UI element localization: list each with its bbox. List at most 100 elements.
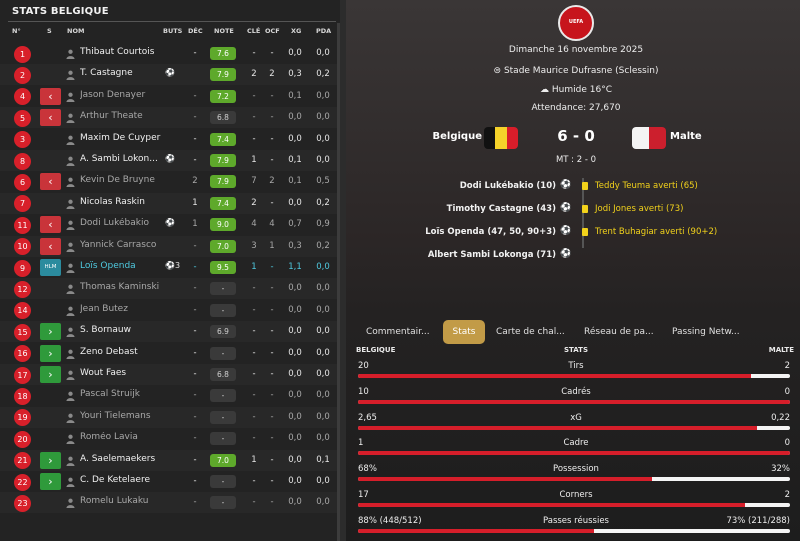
player-name[interactable]: Nicolas Raskin: [80, 197, 162, 207]
player-row[interactable]: 1 Thibaut Courtois - 7.6 - - 0,0 0,0: [0, 43, 340, 64]
player-name[interactable]: Loïs Openda: [80, 261, 162, 271]
player-row[interactable]: 18 Pascal Struijk - - - - 0,0 0,0: [0, 385, 340, 406]
player-row[interactable]: 4 ‹ Jason Denayer - 7.2 - - 0,1 0,0: [0, 86, 340, 107]
pda-value: 0,0: [316, 497, 330, 508]
tab-pass-network[interactable]: Réseau de pa...: [584, 320, 664, 344]
stat-bar-fill: [358, 374, 751, 378]
chances-created-value: -: [270, 476, 274, 486]
player-row[interactable]: 15 › S. Bornauw - 6.9 - - 0,0 0,0: [0, 321, 340, 342]
player-name[interactable]: Pascal Struijk: [80, 389, 162, 399]
col-ocf[interactable]: OCF: [265, 27, 280, 35]
pda-value: 0,2: [316, 69, 330, 80]
sub-in-icon: ›: [40, 473, 61, 490]
stats-header: BELGIQUE STATS MALTE: [356, 346, 796, 358]
xg-value: 0,0: [288, 476, 302, 486]
person-icon: [66, 498, 75, 509]
stat-away-value: 2: [784, 361, 790, 371]
player-name[interactable]: Thibaut Courtois: [80, 47, 162, 57]
chances-created-value: -: [270, 454, 274, 465]
stat-home-value: 68%: [358, 464, 377, 475]
xg-value: 0,1: [288, 155, 302, 165]
pda-value: 0,0: [316, 155, 330, 165]
player-name[interactable]: A. Saelemaekers: [80, 454, 162, 464]
player-row[interactable]: 11 ‹ Dodi Lukébakio ⚽ 1 9.0 4 4 0,7 0,9: [0, 214, 340, 235]
xg-value: 0,1: [288, 90, 302, 101]
player-name[interactable]: Wout Faes: [80, 368, 162, 378]
tab-stats[interactable]: Stats: [443, 320, 485, 344]
key-passes-value: -: [252, 48, 256, 58]
person-icon: [66, 327, 75, 338]
stat-away-value: 0: [784, 438, 790, 449]
player-row[interactable]: 9 HLM Loïs Openda ⚽3 - 9.5 1 - 1,1 0,0: [0, 257, 340, 278]
dec-value: -: [193, 155, 197, 165]
player-name[interactable]: Thomas Kaminski: [80, 282, 162, 292]
player-name[interactable]: S. Bornauw: [80, 325, 162, 335]
tab-commentary[interactable]: Commentair...: [366, 320, 446, 344]
rating-badge: 7.9: [210, 175, 236, 189]
shirt-number: 15: [14, 323, 31, 341]
player-row[interactable]: 12 Thomas Kaminski - - - - 0,0 0,0: [0, 278, 340, 299]
home-team-name[interactable]: Belgique: [414, 131, 482, 142]
player-name[interactable]: Arthur Theate: [80, 111, 162, 121]
away-team-name[interactable]: Malte: [670, 131, 750, 142]
player-row[interactable]: 6 ‹ Kevin De Bruyne 2 7.9 7 2 0,1 0,5: [0, 171, 340, 192]
col-pda[interactable]: PDA: [316, 27, 331, 35]
player-name[interactable]: Romelu Lukaku: [80, 496, 162, 506]
player-row[interactable]: 14 Jean Butez - - - - 0,0 0,0: [0, 300, 340, 321]
player-row[interactable]: 22 › C. De Ketelaere - - - - 0,0 0,0: [0, 471, 340, 492]
xg-value: 1,1: [288, 262, 302, 272]
player-name[interactable]: Yannick Carrasco: [80, 240, 162, 250]
player-row[interactable]: 7 Nicolas Raskin 1 7.4 2 - 0,0 0,2: [0, 193, 340, 214]
weather-text: Humide 16°C: [551, 85, 612, 95]
player-row[interactable]: 21 › A. Saelemaekers - 7.0 1 - 0,0 0,1: [0, 450, 340, 471]
player-row[interactable]: 23 Romelu Lukaku - - - - 0,0 0,0: [0, 492, 340, 513]
dec-value: -: [193, 112, 197, 123]
player-name[interactable]: Zeno Debast: [80, 347, 162, 357]
stat-bar: [358, 425, 790, 430]
col-xg[interactable]: XG: [291, 27, 301, 35]
chances-created-value: -: [270, 369, 274, 379]
key-passes-value: -: [252, 390, 256, 401]
player-name[interactable]: Jason Denayer: [80, 90, 162, 100]
player-name[interactable]: T. Castagne: [80, 68, 162, 78]
player-name[interactable]: Jean Butez: [80, 304, 162, 314]
dec-value: -: [193, 48, 197, 58]
player-row[interactable]: 10 ‹ Yannick Carrasco - 7.0 3 1 0,3 0,2: [0, 236, 340, 257]
col-note[interactable]: NOTE: [214, 27, 234, 35]
player-row[interactable]: 5 ‹ Arthur Theate - 6.8 - - 0,0 0,0: [0, 107, 340, 128]
pda-value: 0,0: [316, 90, 330, 101]
player-row[interactable]: 19 Youri Tielemans - - - - 0,0 0,0: [0, 407, 340, 428]
dec-value: 1: [192, 219, 198, 230]
tab-passing-network[interactable]: Passing Netw...: [672, 320, 752, 344]
dec-value: 1: [192, 197, 198, 208]
shirt-number: 3: [14, 131, 31, 149]
col-cle[interactable]: CLÉ: [247, 27, 260, 35]
person-icon: [66, 177, 75, 188]
xg-value: 0,7: [288, 219, 302, 230]
player-row[interactable]: 3 Maxim De Cuyper - 7.4 - - 0,0 0,0: [0, 129, 340, 150]
player-name[interactable]: Roméo Lavia: [80, 432, 162, 442]
col-name[interactable]: NOM: [67, 27, 84, 35]
col-dec[interactable]: DÉC: [188, 27, 203, 35]
player-row[interactable]: 20 Roméo Lavia - - - - 0,0 0,0: [0, 428, 340, 449]
col-buts[interactable]: BUTS: [163, 27, 182, 35]
player-row[interactable]: 17 › Wout Faes - 6.8 - - 0,0 0,0: [0, 364, 340, 385]
person-icon: [66, 199, 75, 209]
player-name[interactable]: C. De Ketelaere: [80, 475, 162, 485]
player-row[interactable]: 16 › Zeno Debast - - - - 0,0 0,0: [0, 343, 340, 364]
player-row[interactable]: 2 T. Castagne ⚽ 7.9 2 2 0,3 0,2: [0, 64, 340, 85]
rating-badge: -: [210, 282, 236, 296]
tab-shot-map[interactable]: Carte de chal...: [496, 320, 576, 344]
key-passes-value: 1: [251, 262, 257, 272]
player-row[interactable]: 8 A. Sambi Lokon... ⚽ - 7.9 1 - 0,1 0,0: [0, 150, 340, 171]
player-name[interactable]: A. Sambi Lokon...: [80, 154, 162, 164]
player-name[interactable]: Kevin De Bruyne: [80, 175, 162, 185]
player-name[interactable]: Maxim De Cuyper: [80, 133, 162, 143]
player-name[interactable]: Dodi Lukébakio: [80, 218, 162, 228]
flag-stripe-red: [506, 127, 518, 149]
sub-out-icon: ‹: [40, 87, 61, 105]
player-name[interactable]: Youri Tielemans: [80, 411, 162, 421]
xg-value: 0,0: [288, 390, 302, 401]
col-sub[interactable]: S: [47, 27, 52, 35]
col-num[interactable]: N°: [12, 27, 21, 35]
